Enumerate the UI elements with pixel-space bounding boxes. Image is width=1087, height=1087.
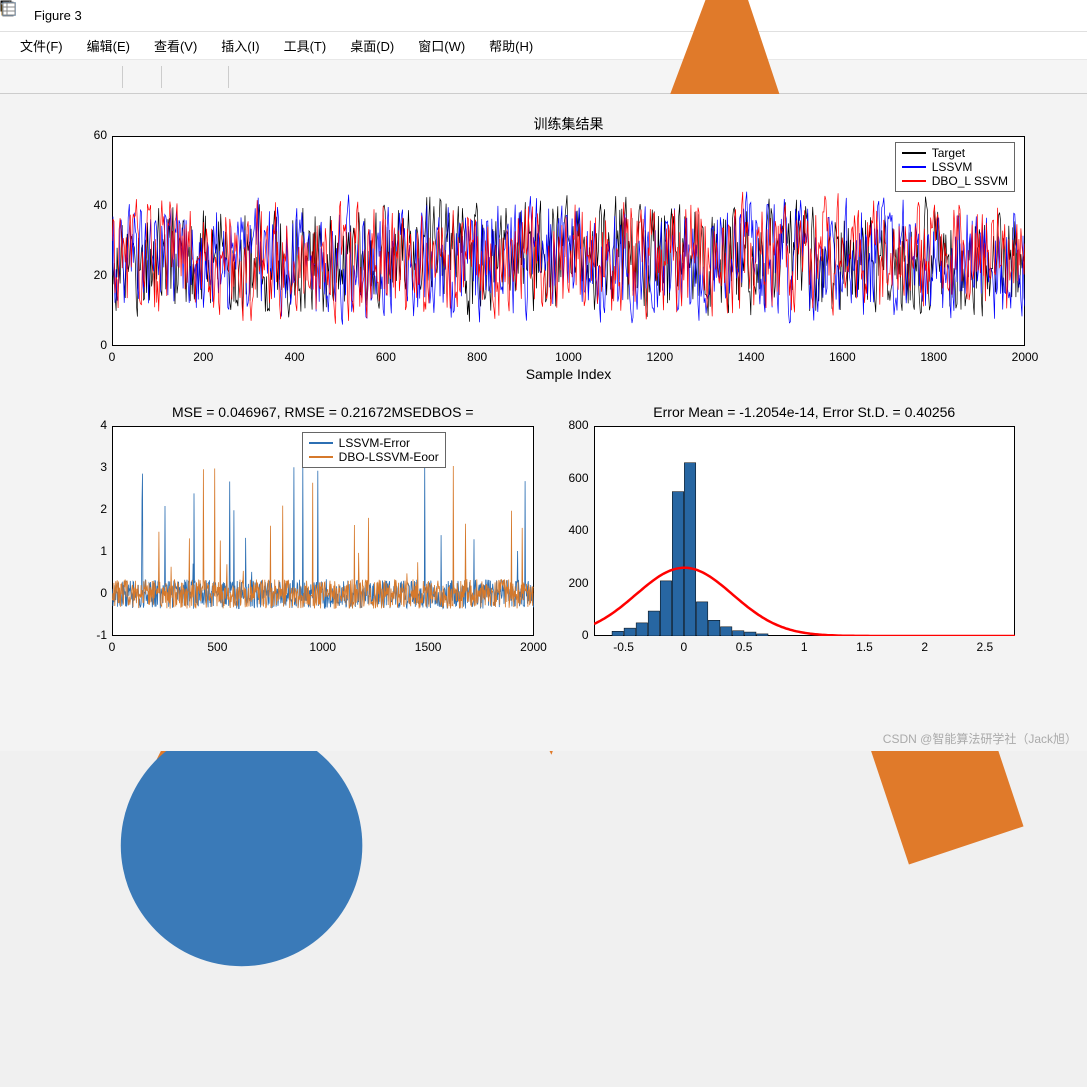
- xtick-label: 0.5: [724, 640, 764, 654]
- figure-area: 训练集结果02004006008001000120014001600180020…: [0, 94, 1087, 751]
- hist-bar: [744, 632, 755, 636]
- plot-container: 训练集结果02004006008001000120014001600180020…: [12, 106, 1075, 739]
- watermark: CSDN @智能算法研学社（Jack旭）: [883, 730, 1077, 747]
- xtick-label: 1.5: [844, 640, 884, 654]
- axes-title: Error Mean = -1.2054e-14, Error St.D. = …: [594, 404, 1016, 420]
- xtick-label: 1: [784, 640, 824, 654]
- hist-bar: [648, 611, 659, 636]
- hist-bar: [732, 631, 743, 636]
- hist-bar: [636, 623, 647, 636]
- xtick-label: 2: [905, 640, 945, 654]
- hist-bar: [612, 631, 623, 636]
- ytick-label: 400: [549, 523, 589, 537]
- ytick-label: 800: [549, 418, 589, 432]
- xtick-label: 0: [664, 640, 704, 654]
- plot-svg: [594, 426, 1016, 636]
- ytick-label: 0: [549, 628, 589, 642]
- hist-bar: [756, 634, 767, 636]
- xtick-label: -0.5: [604, 640, 644, 654]
- titlebar: Figure 3: [0, 0, 1087, 32]
- hist-bar: [684, 463, 695, 636]
- hist-bar: [696, 602, 707, 636]
- hist-bar: [672, 492, 683, 636]
- hist-bar: [624, 628, 635, 636]
- hist-bar: [720, 627, 731, 636]
- hist-bar: [708, 620, 719, 636]
- xtick-label: 2.5: [965, 640, 1005, 654]
- ytick-label: 200: [549, 576, 589, 590]
- ytick-label: 600: [549, 471, 589, 485]
- axes-br[interactable]: Error Mean = -1.2054e-14, Error St.D. = …: [12, 106, 1075, 739]
- figure-window: Figure 3 文件(F) 编辑(E) 查看(V) 插入(I) 工具(T) 桌…: [0, 0, 1087, 751]
- hist-bar: [660, 581, 671, 636]
